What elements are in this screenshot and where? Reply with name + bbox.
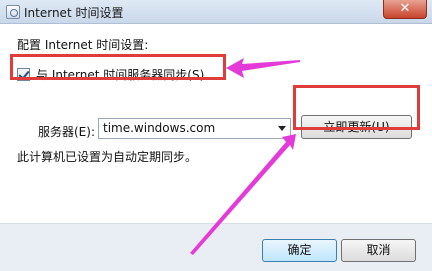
status-text: 此计算机已设置为自动定期同步。 — [17, 150, 198, 164]
sync-highlight-box — [10, 54, 226, 80]
clock-settings-icon — [6, 5, 20, 19]
update-highlight-box — [293, 85, 420, 130]
chevron-down-icon[interactable] — [277, 123, 287, 133]
cancel-button[interactable]: 取消 — [341, 239, 416, 262]
title-bar: Internet 时间设置 ✕ — [0, 0, 432, 24]
close-button[interactable]: ✕ — [383, 0, 427, 19]
window-title: Internet 时间设置 — [24, 6, 124, 20]
close-icon: ✕ — [399, 1, 411, 16]
ok-button[interactable]: 确定 — [262, 239, 337, 262]
server-select[interactable]: time.windows.com — [98, 118, 291, 139]
server-label: 服务器(E): — [38, 125, 95, 139]
section-label: 配置 Internet 时间设置: — [17, 38, 149, 52]
server-value: time.windows.com — [103, 121, 216, 135]
